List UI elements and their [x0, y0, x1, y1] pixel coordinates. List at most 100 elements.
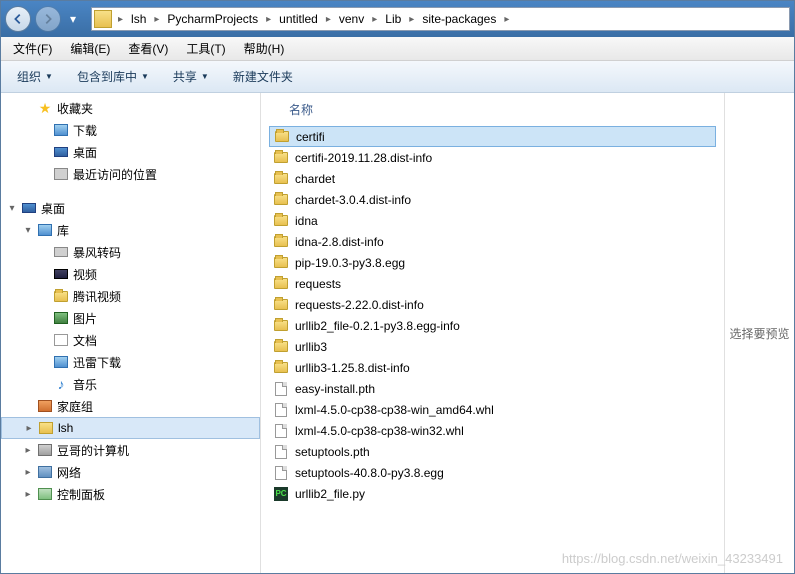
chevron-down-icon: ▼ — [141, 72, 149, 81]
tree-item-label: 豆哥的计算机 — [57, 442, 129, 459]
file-item[interactable]: urllib3-1.25.8.dist-info — [269, 357, 716, 378]
forward-button[interactable] — [35, 6, 61, 32]
folder-icon — [273, 234, 289, 250]
pic-icon — [53, 310, 69, 326]
tree-item[interactable]: ▸ lsh — [1, 417, 260, 439]
tree-item-label: 迅雷下载 — [73, 354, 121, 371]
tree-item-label: 控制面板 — [57, 486, 105, 503]
tree-toggle-icon[interactable]: ▸ — [22, 421, 36, 435]
file-name: urllib2_file-0.2.1-py3.8.egg-info — [295, 319, 460, 333]
tree-item-label: 音乐 — [73, 376, 97, 393]
tree-item-label: 视频 — [73, 266, 97, 283]
tree-item[interactable]: 暴风转码 — [1, 241, 260, 263]
breadcrumb-segment[interactable]: PycharmProjects — [161, 8, 264, 30]
file-item[interactable]: urllib3 — [269, 336, 716, 357]
tree-item[interactable]: 最近访问的位置 — [1, 163, 260, 185]
file-item[interactable]: lxml-4.5.0-cp38-cp38-win32.whl — [269, 420, 716, 441]
folder-icon — [53, 288, 69, 304]
tree-item[interactable]: 迅雷下载 — [1, 351, 260, 373]
tree-toggle-icon[interactable]: ▸ — [21, 443, 35, 457]
file-name: chardet — [295, 172, 335, 186]
tree-item[interactable]: 桌面 — [1, 141, 260, 163]
user-icon — [38, 420, 54, 436]
toolbar-item[interactable]: 新建文件夹 — [225, 64, 301, 89]
file-name: requests — [295, 277, 341, 291]
tree-item[interactable]: 下载 — [1, 119, 260, 141]
menu-item[interactable]: 工具(T) — [178, 38, 233, 59]
breadcrumb-segment[interactable]: lsh — [125, 8, 152, 30]
file-name: setuptools.pth — [295, 445, 370, 459]
breadcrumb-segment[interactable]: Lib — [379, 8, 407, 30]
menu-item[interactable]: 帮助(H) — [236, 38, 293, 59]
file-item[interactable]: certifi — [269, 126, 716, 147]
file-item[interactable]: lxml-4.5.0-cp38-cp38-win_amd64.whl — [269, 399, 716, 420]
tree-item[interactable]: ▸ 豆哥的计算机 — [1, 439, 260, 461]
column-header-name[interactable]: 名称 — [269, 97, 716, 126]
back-button[interactable] — [5, 6, 31, 32]
folder-icon — [273, 192, 289, 208]
tree-toggle-icon — [37, 333, 51, 347]
tree-item[interactable]: ★收藏夹 — [1, 97, 260, 119]
menu-item[interactable]: 查看(V) — [120, 38, 176, 59]
tree-toggle-icon[interactable]: ▾ — [5, 201, 19, 215]
tree-item[interactable]: ▸网络 — [1, 461, 260, 483]
tree-toggle-icon — [21, 101, 35, 115]
file-item[interactable]: chardet-3.0.4.dist-info — [269, 189, 716, 210]
tree-item[interactable]: ▾库 — [1, 219, 260, 241]
tree-toggle-icon[interactable]: ▸ — [21, 465, 35, 479]
tree-item[interactable]: 腾讯视频 — [1, 285, 260, 307]
file-item[interactable]: easy-install.pth — [269, 378, 716, 399]
navigation-tree[interactable]: ★收藏夹下载桌面最近访问的位置▾桌面▾库暴风转码视频腾讯视频图片文档迅雷下载♪音… — [1, 93, 261, 573]
file-item[interactable]: PCurllib2_file.py — [269, 483, 716, 504]
tree-item[interactable]: ▾ 桌面 — [1, 197, 260, 219]
tree-item[interactable]: 视频 — [1, 263, 260, 285]
tree-item-label: 下载 — [73, 122, 97, 139]
toolbar-item[interactable]: 组织▼ — [9, 64, 61, 89]
tree-item-label: 桌面 — [41, 200, 65, 217]
chevron-right-icon: ▸ — [324, 14, 333, 25]
folder-icon — [94, 10, 112, 28]
breadcrumb-segment[interactable]: venv — [333, 8, 370, 30]
tree-item-label: 暴风转码 — [73, 244, 121, 261]
music-icon: ♪ — [53, 376, 69, 392]
tree-item-label: lsh — [58, 421, 73, 435]
net-icon — [37, 464, 53, 480]
nav-history-dropdown[interactable]: ▾ — [65, 6, 81, 32]
ctrl-icon — [37, 486, 53, 502]
tree-item-label: 最近访问的位置 — [73, 166, 157, 183]
file-item[interactable]: requests — [269, 273, 716, 294]
file-list[interactable]: 名称 certificertifi-2019.11.28.dist-info ch… — [261, 93, 724, 573]
file-icon — [273, 402, 289, 418]
toolbar-item[interactable]: 包含到库中▼ — [69, 64, 157, 89]
menu-item[interactable]: 文件(F) — [5, 38, 60, 59]
tree-item[interactable]: ▸ 控制面板 — [1, 483, 260, 505]
file-item[interactable]: pip-19.0.3-py3.8.egg — [269, 252, 716, 273]
breadcrumb-bar[interactable]: ▸ lsh▸PycharmProjects▸untitled▸venv▸Lib▸… — [91, 7, 790, 31]
tree-item-label: 图片 — [73, 310, 97, 327]
tree-toggle-icon[interactable]: ▸ — [21, 487, 35, 501]
tree-item[interactable]: 文档 — [1, 329, 260, 351]
file-item[interactable]: chardet — [269, 168, 716, 189]
file-item[interactable]: certifi-2019.11.28.dist-info — [269, 147, 716, 168]
file-item[interactable]: urllib2_file-0.2.1-py3.8.egg-info — [269, 315, 716, 336]
tree-item[interactable]: 图片 — [1, 307, 260, 329]
file-name: urllib3 — [295, 340, 327, 354]
breadcrumb-segment[interactable]: untitled — [273, 8, 324, 30]
file-item[interactable]: setuptools.pth — [269, 441, 716, 462]
tree-toggle-icon — [37, 311, 51, 325]
tree-item-label: 腾讯视频 — [73, 288, 121, 305]
menu-item[interactable]: 编辑(E) — [62, 38, 118, 59]
folder-icon — [273, 318, 289, 334]
file-item[interactable]: idna-2.8.dist-info — [269, 231, 716, 252]
file-item[interactable]: requests-2.22.0.dist-info — [269, 294, 716, 315]
tree-item[interactable]: 家庭组 — [1, 395, 260, 417]
tree-item[interactable]: ♪音乐 — [1, 373, 260, 395]
breadcrumb-segment[interactable]: site-packages — [416, 8, 502, 30]
tree-toggle-icon[interactable]: ▾ — [21, 223, 35, 237]
toolbar-item[interactable]: 共享▼ — [165, 64, 217, 89]
file-item[interactable]: idna — [269, 210, 716, 231]
file-item[interactable]: setuptools-40.8.0-py3.8.egg — [269, 462, 716, 483]
chevron-right-icon: ▸ — [152, 14, 161, 25]
tree-toggle-icon — [37, 289, 51, 303]
file-name: idna — [295, 214, 318, 228]
